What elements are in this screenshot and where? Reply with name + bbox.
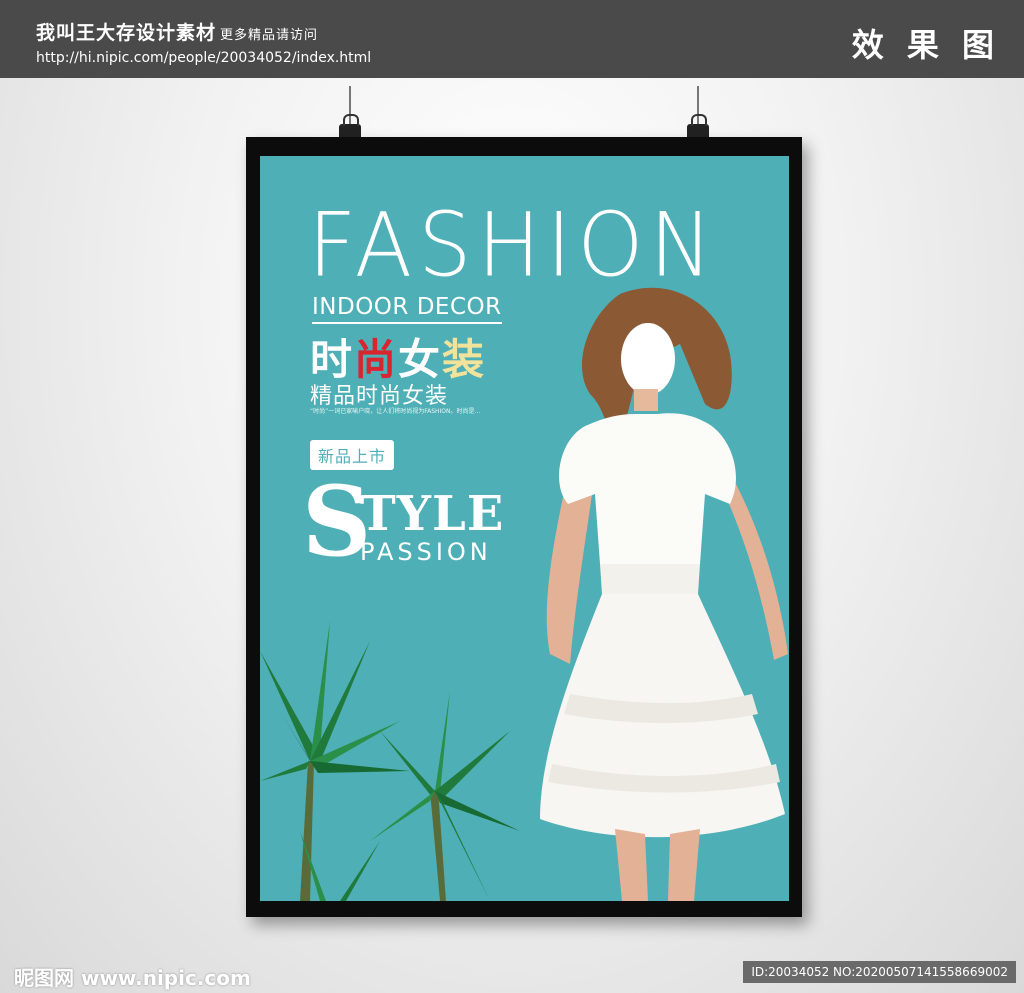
top-banner: 我叫王大存设计素材 更多精品请访问 http://hi.nipic.com/peo… — [0, 0, 1024, 78]
watermark-left: 昵图网 www.nipic.com — [14, 966, 251, 990]
style-passion: PASSION — [360, 538, 492, 566]
cn-title-char-4: 装 — [442, 335, 487, 384]
cn-title-char-2: 尚 — [354, 335, 399, 384]
model-figure — [540, 287, 788, 901]
cn-title-char-3: 女 — [398, 335, 443, 384]
style-word: TYLE — [360, 486, 505, 542]
poster: FASHION INDOOR DECOR 时尚女装 精品时尚女装 “时尚”一词已… — [260, 156, 789, 901]
poster-description: “时尚”一词已家喻户晓，让人们将时尚视为FASHION。时尚是... — [310, 408, 481, 415]
cn-subtitle: 精品时尚女装 — [310, 384, 449, 409]
watermark-id: ID:20034052 NO:20200507141558669002 — [743, 961, 1016, 983]
effect-label: 效 果 图 — [851, 26, 1000, 64]
site-note: 更多精品请访问 — [220, 28, 319, 43]
site-name-text: 我叫王大存设计素材 — [36, 22, 217, 44]
site-url[interactable]: http://hi.nipic.com/people/20034052/inde… — [36, 50, 371, 66]
site-name: 我叫王大存设计素材 更多精品请访问 — [36, 18, 318, 45]
cn-title-char-1: 时 — [310, 335, 355, 384]
poster-subtitle: INDOOR DECOR — [312, 294, 502, 324]
